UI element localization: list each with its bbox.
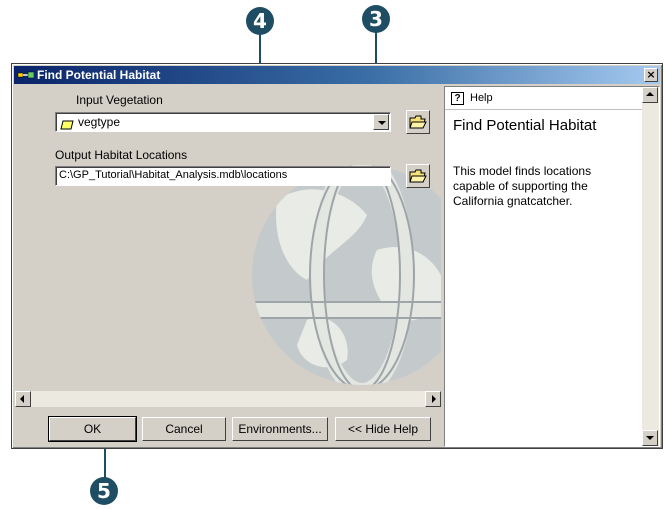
help-header: ? Help [445,87,642,110]
environments-button[interactable]: Environments... [232,417,328,441]
output-habitat-locations-label: Output Habitat Locations [55,148,188,162]
scroll-down-icon[interactable] [642,430,658,446]
open-folder-icon [409,115,427,129]
polygon-layer-icon [60,117,74,135]
input-vegetation-combo[interactable]: vegtype [55,112,391,132]
find-potential-habitat-dialog: Find Potential Habitat × Input Vegetatio… [11,63,663,449]
help-header-label: Help [470,92,493,104]
input-vegetation-label: Input Vegetation [76,93,163,107]
help-book-icon: ? [451,91,464,105]
window-title: Find Potential Habitat [37,68,161,82]
browse-input-button[interactable] [406,110,430,134]
help-vertical-scrollbar[interactable] [642,87,659,446]
help-description: This model finds locations capable of su… [453,164,592,208]
output-habitat-locations-field[interactable]: C:\GP_Tutorial\Habitat_Analysis.mdb\loca… [55,166,391,186]
browse-output-button[interactable] [406,164,430,188]
model-icon [18,69,34,81]
callout-3-badge: 3 [362,5,390,33]
horizontal-scrollbar[interactable] [15,391,441,407]
close-button[interactable]: × [644,68,658,82]
callout-4-badge: 4 [246,7,274,35]
hide-help-button[interactable]: << Hide Help [335,417,431,441]
globe-watermark-icon [252,165,441,385]
close-icon: × [646,68,656,81]
cancel-button[interactable]: Cancel [142,417,226,441]
output-habitat-locations-value: C:\GP_Tutorial\Habitat_Analysis.mdb\loca… [59,169,288,181]
parameters-panel: Input Vegetation vegtype Output Habitat … [15,86,441,393]
input-vegetation-value: vegtype [78,115,121,129]
callout-5-badge: 5 [90,477,118,505]
open-folder-icon [409,169,427,183]
help-panel: ? Help Find Potential Habitat This model… [444,86,660,447]
chevron-down-icon[interactable] [373,114,389,130]
help-title: Find Potential Habitat [453,117,597,134]
ok-button[interactable]: OK [48,416,137,442]
title-bar[interactable]: Find Potential Habitat × [14,66,660,84]
scroll-left-icon[interactable] [15,391,31,407]
scroll-right-icon[interactable] [425,391,441,407]
scroll-up-icon[interactable] [642,87,658,103]
